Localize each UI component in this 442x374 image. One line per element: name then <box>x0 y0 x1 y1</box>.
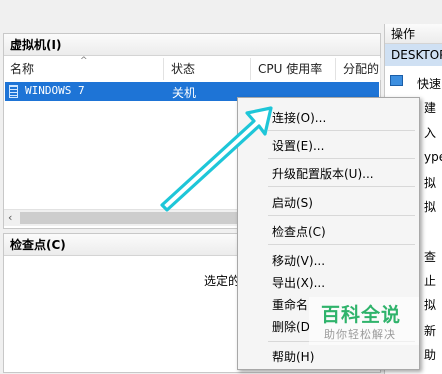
column-header-assigned[interactable]: 分配的 <box>337 58 381 80</box>
action-item-10[interactable]: 新 <box>424 322 436 339</box>
action-item-quick-create[interactable]: 快速 <box>417 75 441 92</box>
menu-separator <box>268 158 415 159</box>
menu-separator <box>268 130 415 131</box>
checkpoint-message: 选定的 <box>204 274 241 288</box>
menu-separator <box>268 244 415 245</box>
action-item-11[interactable]: 助 <box>424 346 436 363</box>
menu-item-upgrade-config[interactable]: 升级配置版本(U)... <box>272 165 374 182</box>
menu-item-export[interactable]: 导出(X)... <box>272 274 325 291</box>
column-header-state[interactable]: 状态 <box>165 58 251 80</box>
menu-item-help[interactable]: 帮助(H) <box>272 348 314 365</box>
menu-item-delete[interactable]: 删除(D <box>272 318 310 335</box>
action-item-6[interactable]: 拟 <box>424 198 436 215</box>
action-item-4[interactable]: ype <box>424 150 442 164</box>
vm-icon <box>9 85 18 98</box>
action-item-3[interactable]: 入 <box>424 124 436 141</box>
menu-item-connect[interactable]: 连接(O)... <box>272 109 326 126</box>
top-toolbar-strip <box>0 0 442 24</box>
action-item-7[interactable]: 查 <box>424 248 436 265</box>
action-item-5[interactable]: 拟 <box>424 174 436 191</box>
menu-separator <box>268 186 415 187</box>
action-item-2[interactable]: 建 <box>424 99 436 116</box>
vm-name: WINDOWS 7 <box>25 84 85 97</box>
menu-separator <box>268 215 415 216</box>
vm-state: 关机 <box>172 86 197 100</box>
menu-item-start[interactable]: 启动(S) <box>272 194 313 211</box>
action-item-9[interactable]: 拟 <box>424 296 436 313</box>
action-item-8[interactable]: 止 <box>424 272 436 289</box>
quick-create-icon <box>390 75 403 86</box>
actions-host-header[interactable]: DESKTOP <box>385 44 442 66</box>
menu-item-settings[interactable]: 设置(E)... <box>272 137 324 154</box>
actions-pane-title: 操作 <box>385 24 442 44</box>
vm-pane-title: 虚拟机(I) <box>4 34 380 56</box>
menu-item-checkpoint[interactable]: 检查点(C) <box>272 223 326 240</box>
menu-item-move[interactable]: 移动(V)... <box>272 252 325 269</box>
watermark-title: 百科全说 <box>321 304 402 326</box>
watermark-subtitle: 助你轻松解决 <box>324 328 396 341</box>
scroll-left-arrow-icon[interactable]: ‹ <box>8 211 12 224</box>
column-header-cpu[interactable]: CPU 使用率 <box>252 58 336 80</box>
menu-item-rename[interactable]: 重命名 <box>272 296 308 313</box>
sort-caret-icon: ^ <box>80 56 88 66</box>
scrollbar-thumb[interactable] <box>20 212 238 224</box>
